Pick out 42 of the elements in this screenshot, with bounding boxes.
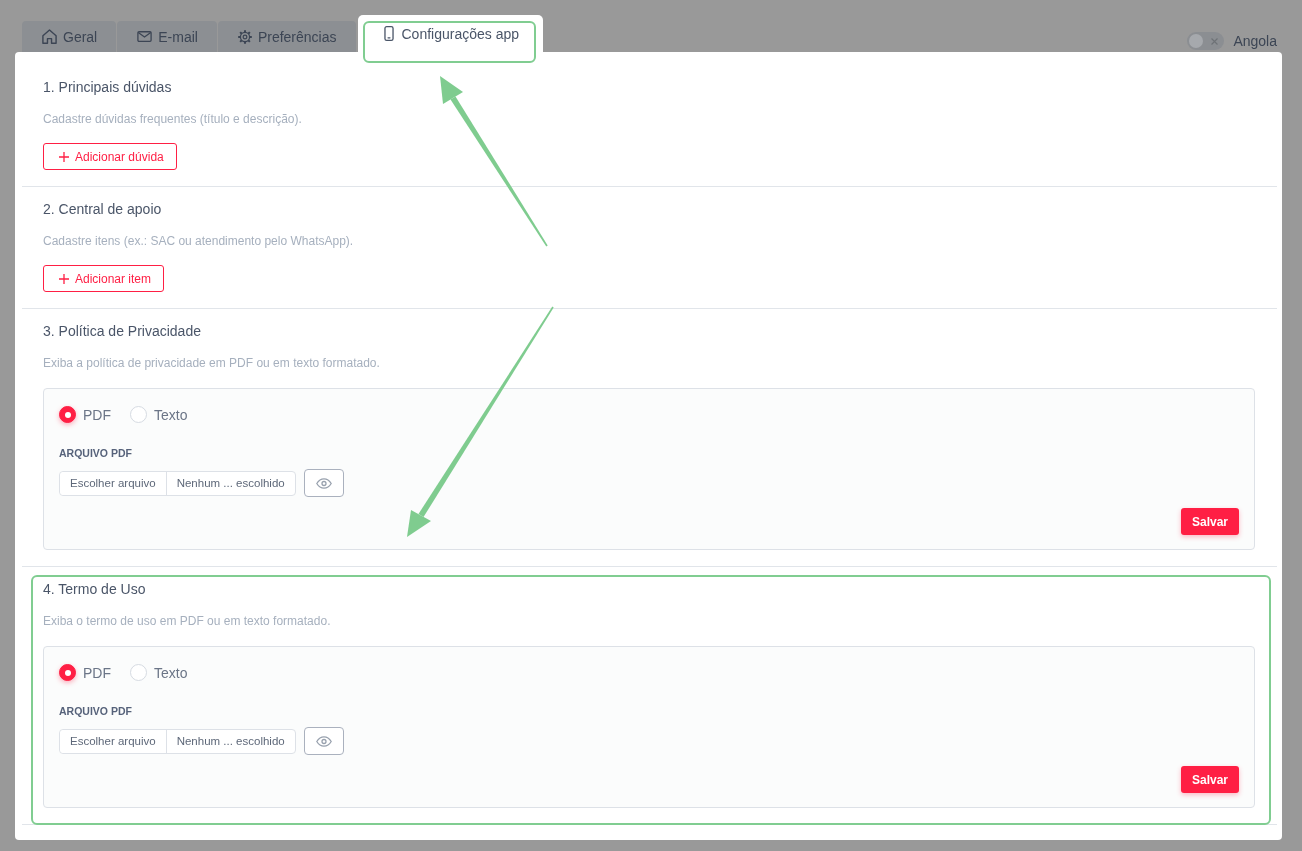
radio-label: Texto xyxy=(154,406,188,423)
preview-button[interactable] xyxy=(303,469,344,497)
field-label: ARQUIVO PDF xyxy=(59,704,132,718)
radio-label: PDF xyxy=(83,664,111,681)
envelope-icon xyxy=(137,31,153,42)
toggle-switch[interactable] xyxy=(1187,32,1225,50)
radio-label: PDF xyxy=(83,406,111,423)
plus-icon xyxy=(59,151,69,162)
section-title: 1. Principais dúvidas xyxy=(43,78,172,97)
section-description: Cadastre dúvidas frequentes (título e descrição). xyxy=(43,111,302,128)
plus-icon xyxy=(59,273,69,284)
eye-icon xyxy=(315,477,332,489)
preview-button[interactable] xyxy=(303,727,344,755)
section-description: Exiba a política de privacidade em PDF ou em texto formatado. xyxy=(43,355,380,372)
switch-label: Angola xyxy=(1233,33,1277,49)
file-input[interactable]: Escolher arquivo Nenhum ... escolhido xyxy=(59,728,296,754)
field-label: ARQUIVO PDF xyxy=(59,446,132,460)
cross-icon xyxy=(1211,37,1219,45)
phone-icon xyxy=(383,26,394,41)
section-description: Exiba o termo de uso em PDF ou em texto formatado. xyxy=(43,613,331,630)
choose-file-button[interactable]: Escolher arquivo xyxy=(60,471,167,495)
add-button[interactable]: Adicionar dúvida xyxy=(43,143,177,170)
add-button[interactable]: Adicionar item xyxy=(43,265,165,292)
tab[interactable]: Geral xyxy=(22,21,117,52)
radio-label: Texto xyxy=(154,664,188,681)
radio-button[interactable] xyxy=(59,664,76,681)
tab[interactable]: Preferências xyxy=(217,21,356,52)
section-title: 3. Política de Privacidade xyxy=(43,322,201,341)
section-description: Cadastre itens (ex.: SAC ou atendimento pelo WhatsApp). xyxy=(43,233,354,250)
home-icon xyxy=(42,29,57,44)
file-status-text: Nenhum ... escolhido xyxy=(175,734,286,749)
file-input[interactable]: Escolher arquivo Nenhum ... escolhido xyxy=(59,470,296,496)
save-button[interactable]: Salvar xyxy=(1180,766,1239,793)
file-status-text: Nenhum ... escolhido xyxy=(175,476,286,491)
gear-icon xyxy=(237,29,252,44)
save-button[interactable]: Salvar xyxy=(1180,508,1239,535)
tab[interactable]: E-mail xyxy=(117,21,217,52)
eye-icon xyxy=(315,735,332,747)
section-title: 4. Termo de Uso xyxy=(43,580,146,599)
choose-file-button[interactable]: Escolher arquivo xyxy=(60,729,167,753)
section-title: 2. Central de apoio xyxy=(43,200,162,219)
radio-button[interactable] xyxy=(59,406,76,423)
